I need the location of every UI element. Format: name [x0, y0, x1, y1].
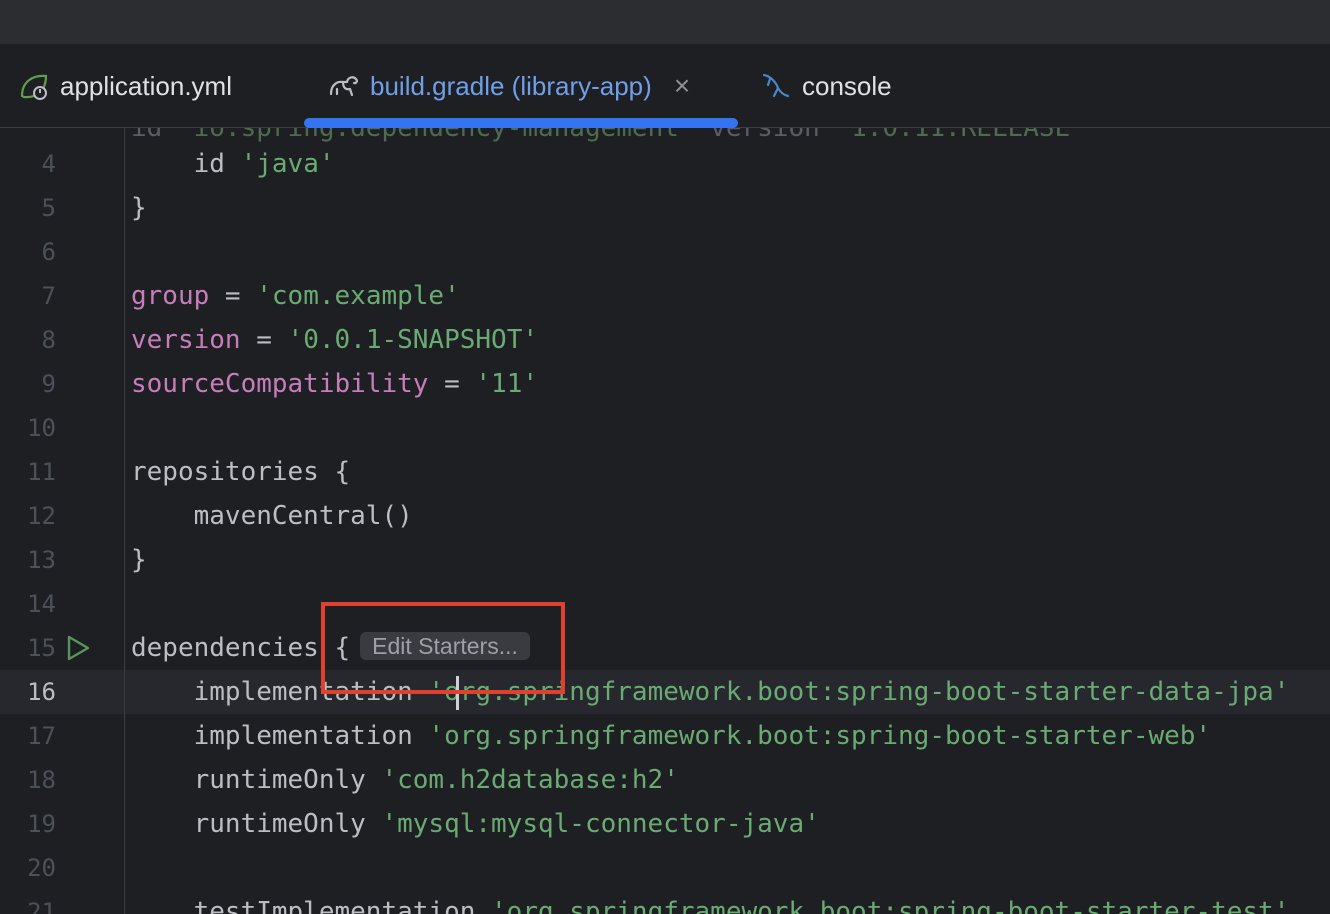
line-number: 5: [41, 194, 56, 222]
line-number: 15: [27, 634, 56, 662]
tab-label: build.gradle (library-app): [370, 70, 652, 101]
line-number: 17: [27, 722, 56, 750]
code-line: }: [131, 186, 147, 230]
line-number: 6: [41, 238, 56, 266]
code-line: implementation 'org.springframework.boot…: [131, 670, 1290, 714]
line-number: 19: [27, 810, 56, 838]
code-line: implementation 'org.springframework.boot…: [131, 714, 1211, 758]
line-number: 10: [27, 414, 56, 442]
code-line: runtimeOnly 'mysql:mysql-connector-java': [131, 802, 820, 846]
code-token: }: [131, 545, 147, 575]
code-token: runtimeOnly: [131, 809, 382, 839]
code-line: }: [131, 538, 147, 582]
code-token: implementation: [131, 721, 429, 751]
code-line: runtimeOnly 'com.h2database:h2': [131, 758, 679, 802]
gradle-elephant-icon: [328, 70, 360, 102]
tab-application-yml[interactable]: application.yml: [18, 44, 232, 128]
string-literal: 'org.springframework.boot:spring-boot-st…: [491, 897, 1290, 914]
code-line: group = 'com.example': [131, 274, 460, 318]
code-line: version = '0.0.1-SNAPSHOT': [131, 318, 538, 362]
property-name: group: [131, 281, 210, 311]
line-number: 11: [27, 458, 56, 486]
string-literal: 'org.springframework.boot:spring-boot-st…: [428, 721, 1212, 751]
window-title-bar: [0, 0, 1330, 44]
line-number: 13: [27, 546, 56, 574]
line-number: 18: [27, 766, 56, 794]
tab-build-gradle[interactable]: build.gradle (library-app) ×: [328, 44, 690, 128]
code-token: mavenCentral(): [131, 501, 413, 531]
line-number: 8: [41, 326, 56, 354]
line-number: 7: [41, 282, 56, 310]
close-icon[interactable]: ×: [674, 70, 690, 102]
line-number: 12: [27, 502, 56, 530]
line-number: 20: [27, 854, 56, 882]
code-line: mavenCentral(): [131, 494, 413, 538]
code-editor[interactable]: id 'io.spring.dependency-management' ver…: [0, 128, 1330, 914]
code-token: testImplementation: [131, 897, 492, 914]
line-number: 9: [41, 370, 56, 398]
string-literal: 'mysql:mysql-connector-java': [381, 809, 820, 839]
code-token: =: [240, 325, 288, 355]
property-name: sourceCompatibility: [131, 369, 429, 399]
editor-tab-bar: application.yml build.gradle (library-ap…: [0, 44, 1330, 128]
tab-console[interactable]: console: [760, 44, 892, 128]
line-number: 21: [27, 898, 56, 914]
code-line: sourceCompatibility = '11': [131, 362, 538, 406]
active-tab-indicator: [304, 118, 738, 128]
code-line: id 'java': [131, 142, 335, 186]
line-number: 4: [41, 150, 56, 178]
string-literal: 'com.example': [256, 281, 460, 311]
code-line: testImplementation 'org.springframework.…: [131, 890, 1290, 914]
code-token: =: [209, 281, 257, 311]
string-literal: '0.0.1-SNAPSHOT': [287, 325, 538, 355]
code-token: =: [428, 369, 476, 399]
string-literal: 'com.h2database:h2': [381, 765, 679, 795]
gutter-separator: [124, 128, 125, 914]
code-line: repositories {: [131, 450, 350, 494]
run-gutter-icon[interactable]: [64, 634, 92, 662]
spring-leaf-icon: [18, 70, 50, 102]
property-name: version: [131, 325, 241, 355]
line-number: 14: [27, 590, 56, 618]
code-token: dependencies {: [131, 633, 351, 663]
code-token: }: [131, 193, 147, 223]
mysql-dolphin-icon: [760, 70, 792, 102]
code-token: id: [131, 149, 241, 179]
string-literal: 'java': [240, 149, 335, 179]
highlight-annotation-box: [321, 602, 565, 694]
tab-label: console: [802, 70, 892, 101]
code-token: runtimeOnly: [131, 765, 382, 795]
string-literal: '11': [475, 369, 539, 399]
code-token: repositories {: [131, 457, 351, 487]
line-number: 16: [27, 678, 56, 706]
tab-label: application.yml: [60, 70, 232, 101]
